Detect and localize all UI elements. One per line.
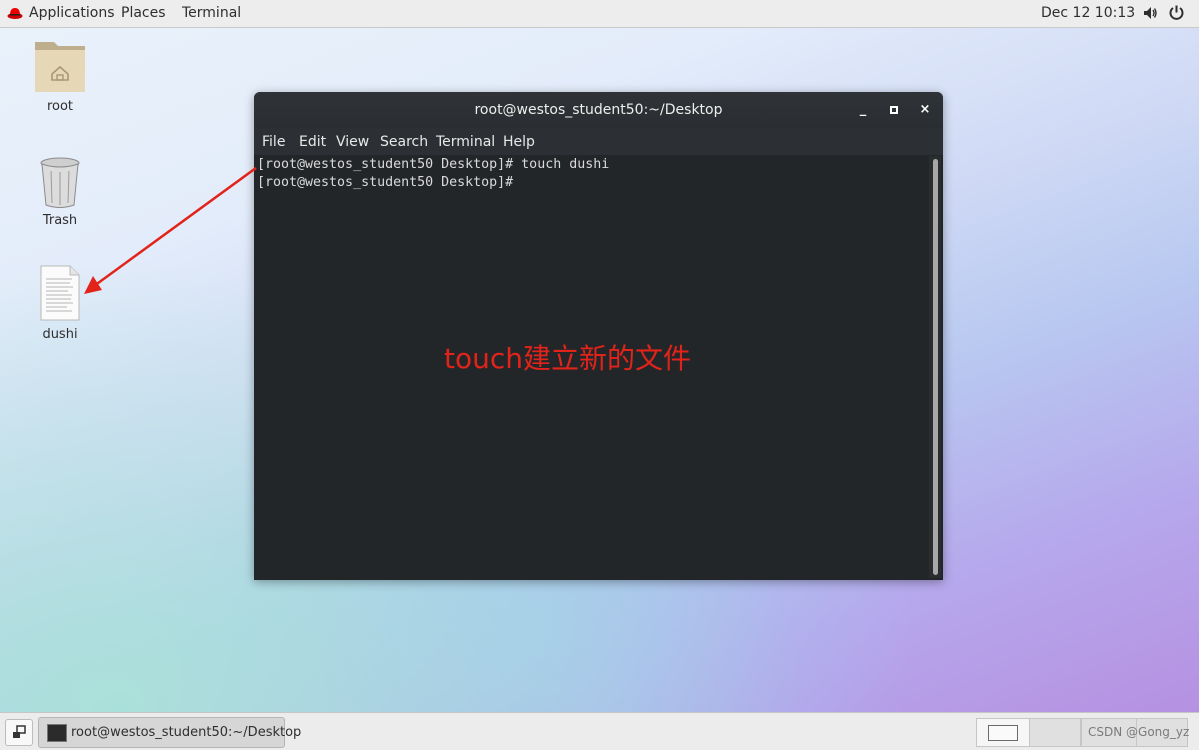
redhat-logo-icon[interactable] — [7, 6, 23, 20]
clock[interactable]: Dec 12 10:13 — [1041, 5, 1135, 21]
menu-view[interactable]: View — [336, 134, 369, 150]
menu-edit[interactable]: Edit — [299, 134, 326, 150]
top-panel: Applications Places Terminal Dec 12 10:1… — [0, 0, 1199, 28]
terminal-icon — [47, 724, 67, 742]
volume-icon[interactable] — [1142, 5, 1158, 21]
desktop-icon-label: root — [46, 99, 74, 114]
terminal-menubar: File Edit View Search Terminal Help — [254, 128, 943, 155]
workspace-2[interactable] — [1029, 718, 1081, 747]
home-folder-icon — [35, 42, 85, 92]
trash-icon — [40, 157, 80, 208]
annotation-text: touch建立新的文件 — [444, 342, 691, 375]
minimize-button[interactable]: _ — [855, 102, 871, 118]
terminal-app-menu[interactable]: Terminal — [182, 5, 241, 21]
maximize-icon — [890, 106, 898, 114]
taskbar-item-label: root@westos_student50:~/Desktop — [71, 725, 302, 740]
power-icon[interactable] — [1168, 4, 1185, 21]
bottom-panel: root@westos_student50:~/Desktop CSDN @Go… — [0, 712, 1199, 750]
workspace-1[interactable] — [976, 718, 1030, 747]
terminal-line: [root@westos_student50 Desktop]# touch d… — [257, 157, 610, 172]
show-desktop-button[interactable] — [5, 719, 33, 746]
window-titlebar[interactable]: root@westos_student50:~/Desktop _ × — [254, 92, 943, 128]
scrollbar-thumb[interactable] — [933, 159, 938, 575]
desktop-icon-label: Trash — [42, 213, 78, 228]
maximize-button[interactable] — [886, 102, 902, 118]
desktop-icon-label: dushi — [42, 327, 78, 342]
close-button[interactable]: × — [917, 102, 933, 118]
places-menu[interactable]: Places — [121, 5, 166, 21]
menu-terminal[interactable]: Terminal — [436, 134, 495, 150]
desktop-icon-trash[interactable]: Trash — [20, 155, 100, 235]
terminal-line: [root@westos_student50 Desktop]# — [257, 175, 514, 190]
workspace-window-thumb — [988, 725, 1018, 741]
menu-help[interactable]: Help — [503, 134, 535, 150]
show-desktop-icon — [13, 725, 26, 738]
applications-menu[interactable]: Applications — [29, 5, 115, 21]
window-title: root@westos_student50:~/Desktop — [474, 102, 723, 118]
desktop-icon-root[interactable]: root — [20, 38, 100, 118]
menu-search[interactable]: Search — [380, 134, 428, 150]
watermark: CSDN @Gong_yz — [1088, 725, 1190, 739]
terminal-window[interactable]: root@westos_student50:~/Desktop _ × File… — [254, 92, 943, 580]
text-file-icon — [40, 265, 80, 321]
menu-file[interactable]: File — [262, 134, 285, 150]
taskbar-item-terminal[interactable]: root@westos_student50:~/Desktop — [38, 717, 301, 748]
desktop-icon-dushi[interactable]: dushi — [20, 265, 100, 345]
terminal-output[interactable]: [root@westos_student50 Desktop]# touch d… — [254, 155, 943, 580]
